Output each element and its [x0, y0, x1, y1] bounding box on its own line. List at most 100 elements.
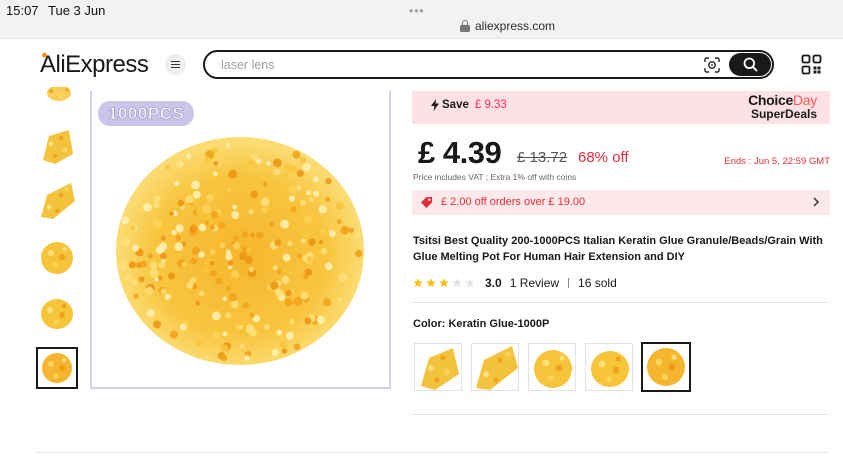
glue-bead: [220, 354, 228, 362]
glue-bead: [337, 296, 343, 302]
glue-bead: [185, 195, 194, 204]
logo-dot-icon: [42, 52, 47, 58]
color-swatch-3[interactable]: [528, 343, 576, 391]
glue-bead: [146, 309, 155, 318]
color-swatch-5-selected[interactable]: [641, 342, 691, 392]
star-empty-icon: [465, 278, 475, 288]
glue-bead: [232, 204, 238, 210]
aliexpress-logo[interactable]: AliExpress: [40, 51, 149, 79]
glue-bead: [186, 153, 192, 159]
thumbnail-1[interactable]: [37, 87, 77, 107]
thumbnail-4[interactable]: [37, 237, 77, 277]
glue-bead: [279, 341, 287, 349]
glue-bead: [192, 190, 201, 199]
glue-beads-image: [534, 350, 572, 388]
glue-bead: [239, 344, 245, 349]
glue-bead: [160, 252, 167, 260]
tab-overview-icon[interactable]: •••: [409, 4, 425, 18]
glue-bead: [217, 162, 223, 168]
glue-bead: [284, 298, 293, 307]
star-filled-icon: [426, 278, 436, 288]
page-divider: [36, 452, 828, 453]
glue-bead: [160, 235, 166, 241]
image-search-icon[interactable]: [704, 57, 720, 73]
search-input[interactable]: [221, 56, 681, 74]
glue-bead: [304, 317, 312, 325]
glue-beads-image: [41, 183, 75, 219]
main-product-image[interactable]: 1000PCS: [90, 91, 391, 389]
menu-button[interactable]: [165, 54, 186, 75]
star-filled-icon: [413, 278, 423, 288]
glue-bead: [164, 293, 171, 300]
glue-bead: [169, 330, 178, 339]
save-info: Save £ 9.33: [431, 99, 507, 111]
glue-bead: [121, 237, 131, 247]
glue-bead: [249, 312, 255, 318]
glue-bead: [288, 195, 296, 202]
glue-bead: [174, 242, 183, 251]
glue-bead: [274, 239, 282, 247]
glue-bead: [204, 220, 210, 225]
glue-bead: [231, 210, 240, 220]
glue-bead: [306, 190, 312, 196]
rating-value: 3.0: [485, 276, 502, 290]
glue-bead: [131, 244, 140, 252]
glue-bead: [165, 165, 171, 170]
glue-bead: [281, 348, 288, 354]
glue-bead: [281, 267, 286, 273]
glue-bead: [329, 230, 336, 238]
glue-bead: [282, 253, 291, 262]
glue-bead: [338, 272, 348, 282]
glue-beads-image: [476, 346, 518, 390]
glue-bead: [318, 239, 324, 245]
glue-bead: [149, 268, 159, 278]
thumbnail-5[interactable]: [37, 293, 77, 333]
glue-bead: [204, 156, 211, 163]
glue-bead: [291, 206, 297, 213]
glue-bead: [186, 281, 194, 289]
color-swatch-2[interactable]: [471, 343, 519, 391]
glue-beads-image: [41, 299, 73, 329]
glue-bead: [324, 262, 333, 271]
glue-bead: [336, 219, 342, 224]
glue-bead: [174, 180, 180, 187]
glue-beads-image: [421, 348, 459, 390]
coupon-text: £ 2.00 off orders over £ 19.00: [441, 196, 586, 208]
star-empty-icon: [452, 278, 462, 288]
thumbnail-6-selected[interactable]: [36, 347, 78, 389]
glue-bead: [355, 249, 363, 258]
glue-bead: [348, 227, 354, 233]
super-deals-label: SuperDeals: [750, 107, 817, 121]
glue-bead: [355, 232, 361, 239]
glue-bead: [153, 320, 162, 329]
glue-beads-image: [41, 242, 73, 274]
review-count-link[interactable]: 1 Review: [510, 276, 559, 290]
thumbnail-2[interactable]: [37, 126, 77, 166]
glue-bead: [292, 150, 301, 159]
current-price: £ 4.39: [418, 135, 502, 170]
glue-beads-image: [42, 353, 72, 383]
color-label: Color: Keratin Glue-1000P: [413, 318, 550, 330]
color-swatch-4[interactable]: [585, 343, 633, 391]
section-divider: [412, 414, 828, 415]
glue-bead: [266, 160, 271, 166]
glue-bead: [195, 339, 202, 347]
coupon-banner[interactable]: £ 2.00 off orders over £ 19.00: [412, 190, 830, 215]
vat-note: Price includes VAT ; Extra 1% off with c…: [413, 172, 577, 182]
glue-bead: [248, 209, 254, 215]
star-rating: [413, 278, 475, 288]
glue-bead: [241, 231, 249, 238]
original-price: £ 13.72: [517, 149, 568, 166]
glue-bead: [246, 247, 251, 253]
color-swatch-1[interactable]: [414, 343, 462, 391]
address-bar[interactable]: aliexpress.com: [460, 18, 555, 34]
glue-bead: [271, 348, 279, 357]
glue-beads-image: [647, 348, 685, 386]
search-icon: [743, 57, 757, 72]
glue-bead: [289, 319, 295, 324]
thumbnail-3[interactable]: [37, 181, 77, 221]
glue-beads-image: [43, 130, 73, 164]
search-button[interactable]: [729, 53, 771, 76]
glue-bead: [282, 174, 288, 179]
qr-code-icon[interactable]: [801, 54, 822, 75]
